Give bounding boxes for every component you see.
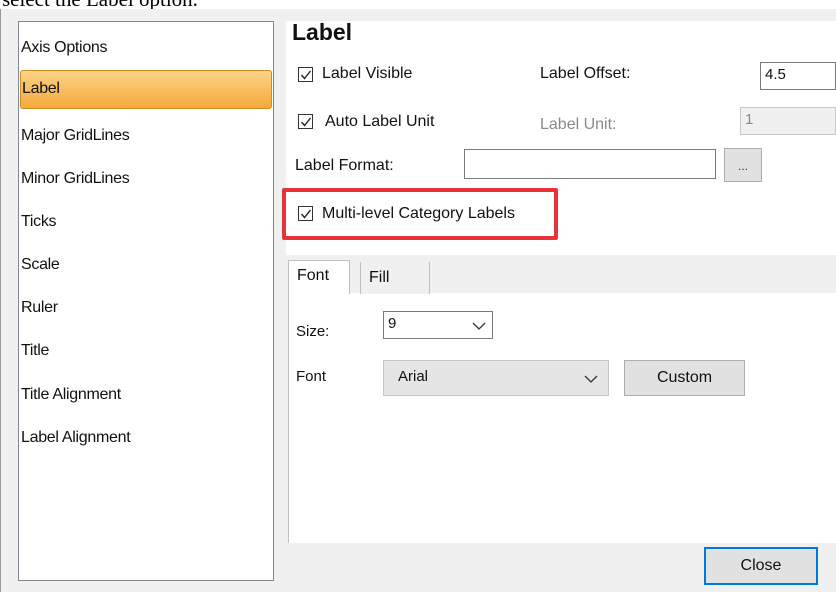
page-title: Label — [292, 19, 353, 45]
sidebar-item-label: Scale — [21, 256, 60, 273]
sidebar-item-ruler[interactable]: Ruler — [20, 288, 272, 328]
caption-text: select the Label option. — [2, 0, 198, 11]
label-visible-label: Label Visible — [322, 65, 413, 82]
chevron-down-icon — [584, 371, 598, 388]
sidebar-item-label: Title Alignment — [21, 386, 121, 403]
checkmark-icon — [300, 70, 312, 80]
sidebar-item-minor-gridlines[interactable]: Minor GridLines — [20, 159, 272, 199]
sidebar-item-label: Ticks — [21, 213, 57, 230]
font-value: Arial — [398, 368, 429, 385]
sidebar-item-label-selected[interactable]: Label — [20, 70, 272, 109]
tab-fill[interactable]: Fill — [360, 262, 430, 294]
sidebar-item-label-alignment[interactable]: Label Alignment — [20, 418, 272, 458]
sidebar-item-ticks[interactable]: Ticks — [20, 202, 272, 242]
sidebar-item-axis-options[interactable]: Axis Options — [20, 28, 272, 68]
highlight-annotation — [282, 188, 558, 240]
browse-format-button[interactable]: ... — [724, 148, 762, 182]
sidebar-item-label: Minor GridLines — [21, 170, 130, 187]
sidebar-item-label: Axis Options — [21, 39, 108, 56]
sidebar-item-major-gridlines[interactable]: Major GridLines — [20, 116, 272, 156]
sidebar-item-scale[interactable]: Scale — [20, 245, 272, 285]
auto-label-unit-checkbox[interactable] — [298, 114, 313, 129]
font-label: Font — [296, 368, 327, 385]
size-select[interactable]: 9 — [383, 311, 493, 339]
font-select[interactable]: Arial — [383, 360, 609, 396]
size-value: 9 — [388, 315, 397, 332]
sidebar-item-label: Ruler — [21, 299, 58, 316]
label-unit-label: Label Unit: — [540, 116, 617, 133]
close-button[interactable]: Close — [704, 547, 818, 585]
sidebar-item-label: Major GridLines — [21, 127, 130, 144]
sidebar-item-label: Title — [21, 342, 50, 359]
label-format-label: Label Format: — [295, 157, 394, 174]
size-label: Size: — [296, 323, 330, 340]
tab-font[interactable]: Font — [288, 260, 350, 294]
label-visible-checkbox[interactable] — [298, 67, 313, 82]
tab-label: Font — [297, 267, 330, 284]
label-format-field[interactable] — [464, 149, 716, 179]
sidebar-item-title-alignment[interactable]: Title Alignment — [20, 375, 272, 415]
chevron-down-icon — [472, 318, 486, 335]
sidebar-item-label: Label Alignment — [21, 429, 131, 446]
sidebar-item-title[interactable]: Title — [20, 331, 272, 371]
label-offset-label: Label Offset: — [540, 65, 631, 82]
label-offset-field[interactable]: 4.5 — [760, 62, 836, 90]
label-unit-field[interactable]: 1 — [740, 107, 836, 135]
auto-label-unit-label: Auto Label Unit — [325, 113, 435, 130]
custom-button[interactable]: Custom — [624, 360, 745, 396]
category-list[interactable]: Axis Options Label Major GridLines Minor… — [18, 21, 274, 581]
checkmark-icon — [300, 117, 312, 127]
sidebar-item-label: Label — [22, 80, 60, 97]
tab-content — [288, 293, 836, 543]
tab-label: Fill — [369, 269, 390, 286]
